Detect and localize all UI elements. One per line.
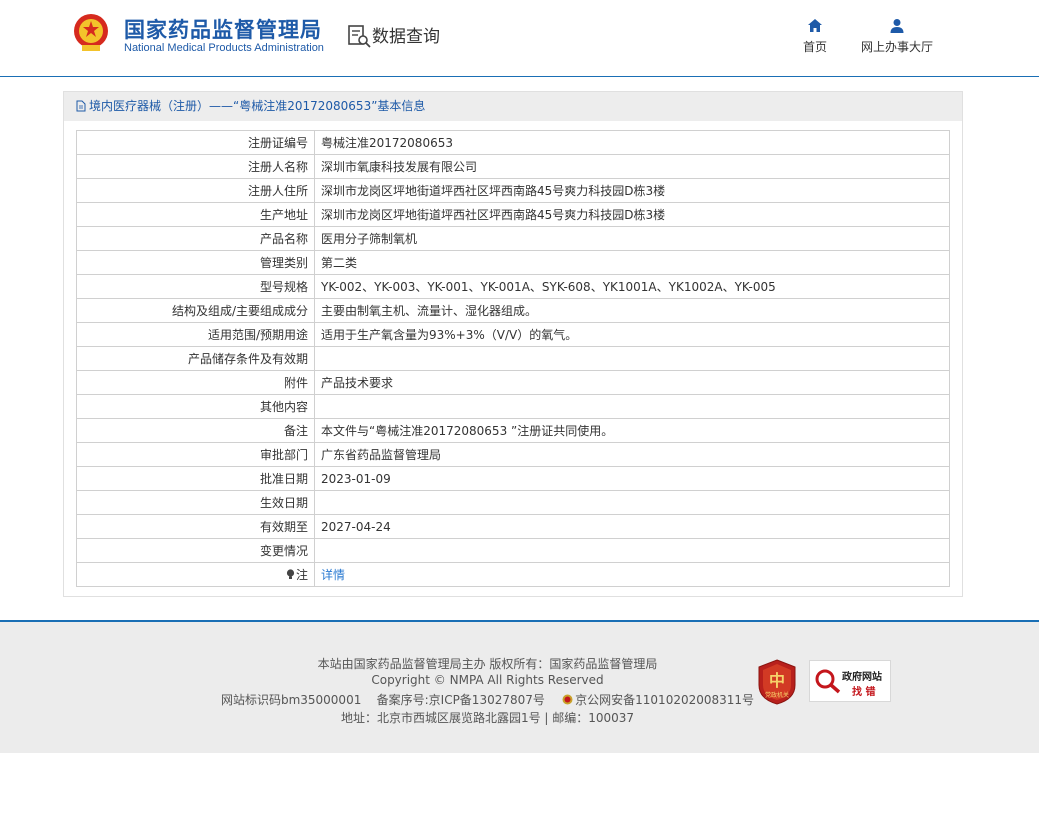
row-key: 注 bbox=[76, 562, 315, 587]
national-emblem-icon[interactable] bbox=[72, 12, 110, 54]
site-footer: 本站由国家药品监督管理局主办 版权所有：国家药品监督管理局 Copyright … bbox=[0, 620, 1039, 753]
row-value: 深圳市氧康科技发展有限公司 bbox=[314, 154, 950, 179]
table-row: 注册证编号 粤械注准20172080653 bbox=[76, 130, 950, 155]
row-key: 产品储存条件及有效期 bbox=[76, 346, 315, 371]
table-row: 注册人住所 深圳市龙岗区坪地街道坪西社区坪西南路45号爽力科技园D栋3楼 bbox=[76, 178, 950, 203]
row-key: 审批部门 bbox=[76, 442, 315, 467]
jiucuo-subtitle: 找 错 bbox=[852, 687, 876, 698]
row-value: 医用分子筛制氧机 bbox=[314, 226, 950, 251]
row-value: 深圳市龙岗区坪地街道坪西社区坪西南路45号爽力科技园D栋3楼 bbox=[314, 202, 950, 227]
table-row: 其他内容 bbox=[76, 394, 950, 419]
table-row: 生产地址 深圳市龙岗区坪地街道坪西社区坪西南路45号爽力科技园D栋3楼 bbox=[76, 202, 950, 227]
row-key: 型号规格 bbox=[76, 274, 315, 299]
row-key: 备注 bbox=[76, 418, 315, 443]
registration-info-table: 注册证编号 粤械注准20172080653 注册人名称 深圳市氧康科技发展有限公司 注册… bbox=[76, 130, 950, 587]
table-row: 产品储存条件及有效期 bbox=[76, 346, 950, 371]
police-badge-icon bbox=[562, 694, 573, 705]
footer-icp[interactable]: 备案序号:京ICP备13027807号 bbox=[377, 693, 545, 707]
row-value bbox=[314, 538, 950, 563]
row-value: 第二类 bbox=[314, 250, 950, 275]
row-key: 产品名称 bbox=[76, 226, 315, 251]
table-row: 有效期至 2027-04-24 bbox=[76, 514, 950, 539]
data-query-title: 数据查询 bbox=[372, 27, 440, 47]
user-icon bbox=[890, 19, 904, 33]
row-value bbox=[314, 490, 950, 515]
row-value: 详情 bbox=[314, 562, 950, 587]
row-key: 注册证编号 bbox=[76, 130, 315, 155]
row-value: 广东省药品监督管理局 bbox=[314, 442, 950, 467]
table-row: 生效日期 bbox=[76, 490, 950, 515]
table-row: 管理类别 第二类 bbox=[76, 250, 950, 275]
nav-online-service-link[interactable]: 网上办事大厅 bbox=[858, 18, 936, 55]
table-row: 注 详情 bbox=[76, 562, 950, 587]
lightbulb-icon bbox=[286, 569, 295, 579]
magnifier-icon bbox=[815, 669, 841, 694]
site-header: 国家药品监督管理局 National Medical Products Admi… bbox=[0, 0, 1039, 77]
row-key: 有效期至 bbox=[76, 514, 315, 539]
gov-site-error-report-badge[interactable]: 政府网站 找 错 bbox=[809, 660, 891, 702]
table-row: 审批部门 广东省药品监督管理局 bbox=[76, 442, 950, 467]
breadcrumb-text[interactable]: 境内医疗器械（注册）——“粤械注准20172080653”基本信息 bbox=[89, 99, 425, 113]
table-row: 适用范围/预期用途 适用于生产氧含量为93%+3%（V/V）的氧气。 bbox=[76, 322, 950, 347]
site-logo-subtitle[interactable]: National Medical Products Administration bbox=[124, 42, 324, 54]
document-icon bbox=[76, 100, 86, 111]
table-row: 型号规格 YK-002、YK-003、YK-001、YK-001A、SYK-608… bbox=[76, 274, 950, 299]
table-row: 变更情况 bbox=[76, 538, 950, 563]
row-key: 附件 bbox=[76, 370, 315, 395]
row-value: 粤械注准20172080653 bbox=[314, 130, 950, 155]
table-row: 备注 本文件与“粤械注准20172080653 ”注册证共同使用。 bbox=[76, 418, 950, 443]
detail-panel: 境内医疗器械（注册）——“粤械注准20172080653”基本信息 注册证编号粤… bbox=[63, 91, 963, 597]
nav-home-label: 首页 bbox=[802, 40, 827, 54]
site-logo-title[interactable]: 国家药品监督管理局 bbox=[124, 14, 322, 44]
table-row: 产品名称 医用分子筛制氧机 bbox=[76, 226, 950, 251]
row-value: 主要由制氧主机、流量计、湿化器组成。 bbox=[314, 298, 950, 323]
nav-online-service-label: 网上办事大厅 bbox=[860, 40, 933, 54]
table-row: 结构及组成/主要组成成分 主要由制氧主机、流量计、湿化器组成。 bbox=[76, 298, 950, 323]
table-row: 注册人名称 深圳市氧康科技发展有限公司 bbox=[76, 154, 950, 179]
jiucuo-title: 政府网站 bbox=[842, 672, 882, 683]
row-key: 注册人名称 bbox=[76, 154, 315, 179]
row-value: 适用于生产氧含量为93%+3%（V/V）的氧气。 bbox=[314, 322, 950, 347]
home-icon bbox=[808, 19, 822, 32]
row-key: 其他内容 bbox=[76, 394, 315, 419]
row-value: 深圳市龙岗区坪地街道坪西社区坪西南路45号爽力科技园D栋3楼 bbox=[314, 178, 950, 203]
nav-home-link[interactable]: 首页 bbox=[798, 18, 832, 55]
footer-site-id: 网站标识码bm35000001 bbox=[220, 693, 362, 707]
footer-gongan[interactable]: 京公网安备11010202008311号 bbox=[575, 693, 754, 707]
row-key: 管理类别 bbox=[76, 250, 315, 275]
row-key: 生效日期 bbox=[76, 490, 315, 515]
table-row: 附件 产品技术要求 bbox=[76, 370, 950, 395]
note-key-label: 注 bbox=[295, 568, 308, 582]
data-query-icon bbox=[348, 25, 371, 48]
row-key: 注册人住所 bbox=[76, 178, 315, 203]
row-value: 2027-04-24 bbox=[314, 514, 950, 539]
party-gov-badge-icon[interactable]: 中 党政机关 bbox=[757, 659, 797, 705]
svg-text:党政机关: 党政机关 bbox=[765, 691, 789, 699]
row-key: 适用范围/预期用途 bbox=[76, 322, 315, 347]
row-value: 本文件与“粤械注准20172080653 ”注册证共同使用。 bbox=[314, 418, 950, 443]
row-value bbox=[314, 346, 950, 371]
table-row: 批准日期 2023-01-09 bbox=[76, 466, 950, 491]
row-key: 批准日期 bbox=[76, 466, 315, 491]
breadcrumb: 境内医疗器械（注册）——“粤械注准20172080653”基本信息 bbox=[64, 92, 962, 121]
details-link[interactable]: 详情 bbox=[321, 568, 345, 582]
row-value bbox=[314, 394, 950, 419]
row-key: 变更情况 bbox=[76, 538, 315, 563]
footer-address: 地址：北京市西城区展览路北露园1号 | 邮编：100037 bbox=[340, 711, 635, 725]
row-key: 结构及组成/主要组成成分 bbox=[76, 298, 315, 323]
row-value: 2023-01-09 bbox=[314, 466, 950, 491]
row-value: YK-002、YK-003、YK-001、YK-001A、SYK-608、YK1… bbox=[314, 274, 950, 299]
svg-text:中: 中 bbox=[769, 671, 785, 690]
row-value: 产品技术要求 bbox=[314, 370, 950, 395]
row-key: 生产地址 bbox=[76, 202, 315, 227]
